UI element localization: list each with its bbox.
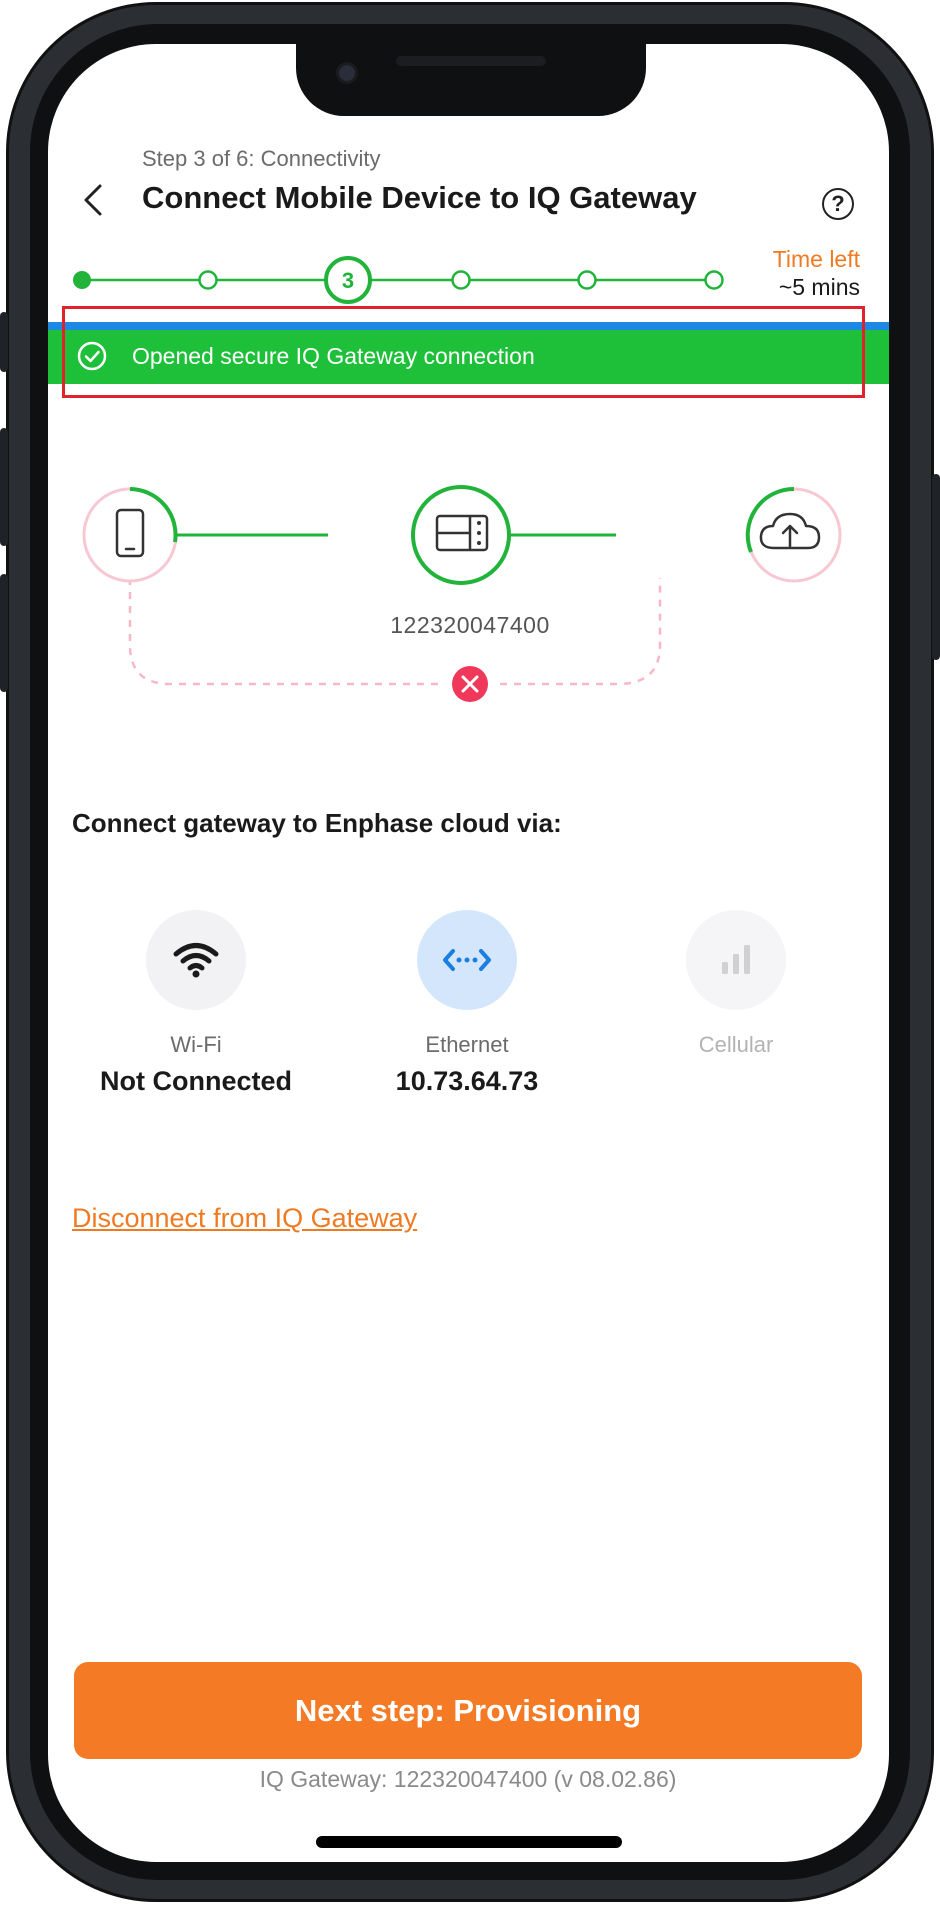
step-dot-4 xyxy=(451,270,471,290)
phone-node xyxy=(82,487,178,583)
wifi-option[interactable]: Wi-Fi Not Connected xyxy=(86,910,306,1097)
cellular-option-circle xyxy=(686,910,786,1010)
gateway-node xyxy=(411,485,511,585)
gateway-info-footer: IQ Gateway: 122320047400 (v 08.02.86) xyxy=(259,1766,677,1792)
notch-speaker xyxy=(396,56,546,66)
connection-topology xyxy=(82,485,842,702)
cellular-option: Cellular xyxy=(626,910,846,1058)
home-indicator xyxy=(316,1836,622,1848)
wifi-option-circle xyxy=(146,910,246,1010)
ethernet-option-circle xyxy=(417,910,517,1010)
step-dot-1-completed xyxy=(73,271,91,289)
page-title: Connect Mobile Device to IQ Gateway xyxy=(142,180,697,215)
ethernet-icon xyxy=(443,949,491,971)
question-mark-icon: ? xyxy=(831,191,845,216)
help-button[interactable]: ? xyxy=(822,188,854,220)
wifi-icon xyxy=(173,943,219,978)
phone-volume-down-button xyxy=(0,574,8,692)
error-x-icon xyxy=(452,666,488,702)
time-left-value: ~5 mins xyxy=(778,274,860,300)
gateway-serial: 122320047400 xyxy=(390,612,550,638)
ethernet-label: Ethernet xyxy=(425,1032,509,1057)
cellular-label: Cellular xyxy=(698,1032,774,1057)
step-label: Step 3 of 6: Connectivity xyxy=(142,146,381,171)
step-dot-5 xyxy=(577,270,597,290)
chevron-left-icon xyxy=(84,184,102,216)
phone-silent-switch xyxy=(0,312,8,372)
back-button[interactable] xyxy=(76,180,112,220)
disconnect-link[interactable]: Disconnect from IQ Gateway xyxy=(72,1203,417,1234)
next-step-button[interactable]: Next step: Provisioning xyxy=(74,1662,862,1759)
cloud-node xyxy=(745,486,842,583)
current-step-number: 3 xyxy=(342,268,354,293)
connect-via-label: Connect gateway to Enphase cloud via: xyxy=(72,808,562,838)
progress-stepper: 3 xyxy=(73,256,724,304)
cellular-icon xyxy=(722,945,750,974)
wifi-label: Wi-Fi xyxy=(170,1032,222,1057)
phone-power-button xyxy=(932,474,940,660)
phone-volume-up-button xyxy=(0,428,8,546)
front-camera xyxy=(336,62,358,84)
step-dot-2 xyxy=(198,270,218,290)
ethernet-option[interactable]: Ethernet 10.73.64.73 xyxy=(357,910,577,1097)
ethernet-ip: 10.73.64.73 xyxy=(395,1066,539,1096)
wifi-status: Not Connected xyxy=(100,1066,292,1096)
time-left-label: Time left xyxy=(772,246,860,272)
highlight-box xyxy=(62,306,865,398)
